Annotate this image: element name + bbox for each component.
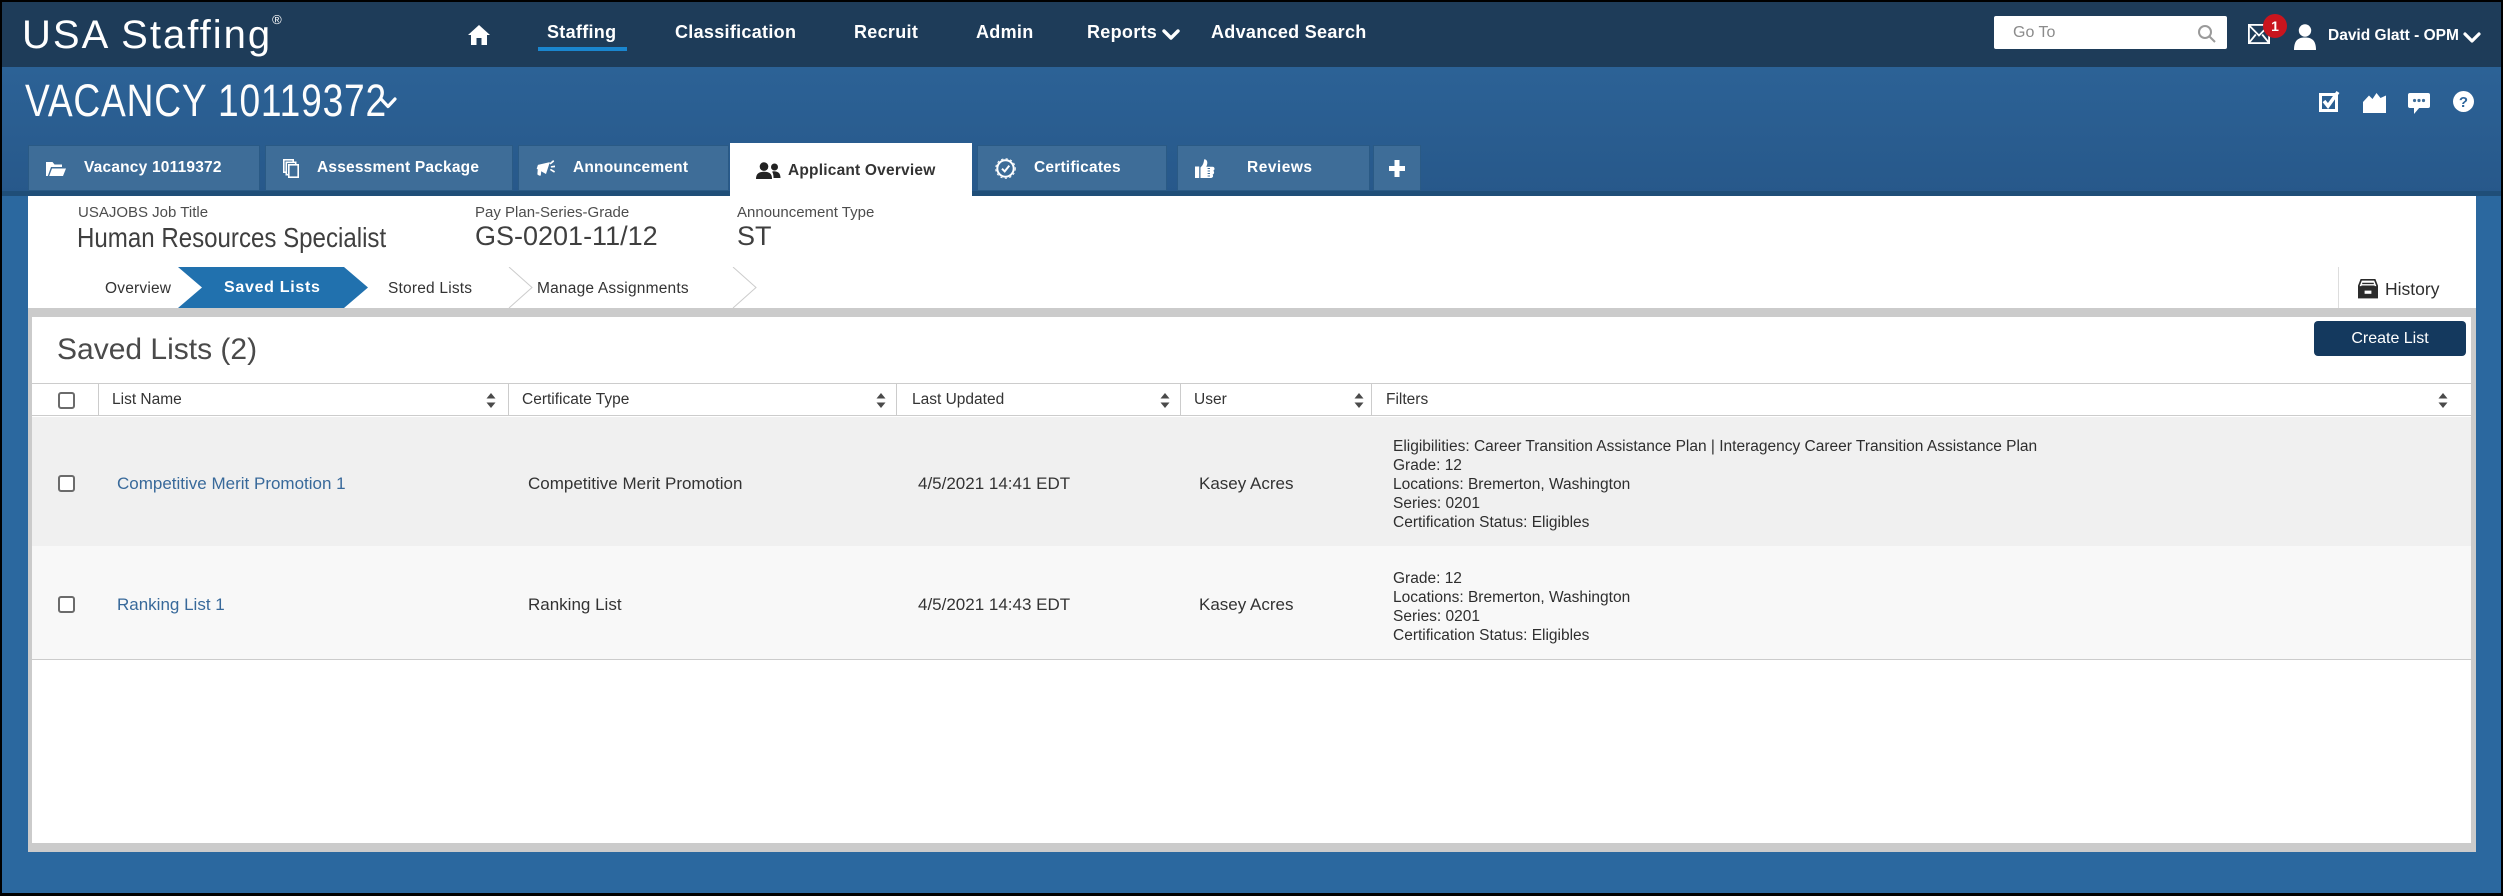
svg-text:?: ? (2459, 94, 2468, 111)
